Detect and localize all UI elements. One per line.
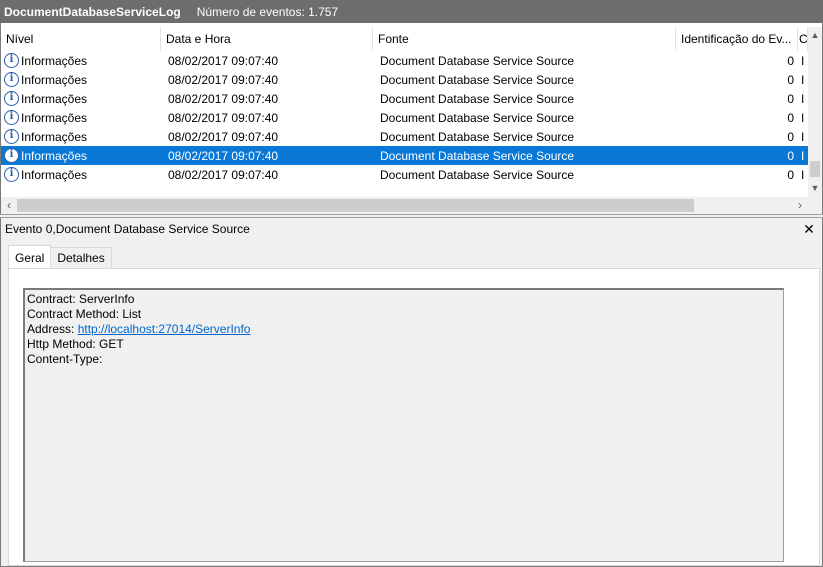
chevron-right-icon[interactable]: › bbox=[792, 197, 808, 214]
source-cell: Document Database Service Source bbox=[380, 167, 575, 182]
date-cell: 08/02/2017 09:07:40 bbox=[168, 72, 279, 87]
level-cell: i Informações bbox=[1, 167, 161, 182]
chevron-left-icon[interactable]: ‹ bbox=[1, 197, 17, 214]
level-cell: i Informações bbox=[1, 148, 161, 163]
event-id-cell: 0 bbox=[787, 148, 794, 163]
table-row[interactable]: i Informações 08/02/2017 09:07:40 Document … bbox=[1, 108, 808, 127]
event-detail-pane: Evento 0,Document Database Service Sourc… bbox=[1, 218, 822, 566]
info-icon: i bbox=[4, 148, 19, 163]
detail-title: Evento 0,Document Database Service Sourc… bbox=[5, 222, 250, 236]
category-cell: I bbox=[801, 129, 805, 144]
info-icon: i bbox=[4, 53, 19, 68]
level-text: Informações bbox=[21, 72, 88, 87]
date-cell: 08/02/2017 09:07:40 bbox=[168, 110, 279, 125]
log-name: DocumentDatabaseServiceLog bbox=[4, 4, 181, 19]
event-id-cell: 0 bbox=[787, 53, 794, 68]
event-id-cell: 0 bbox=[787, 167, 794, 182]
date-cell: 08/02/2017 09:07:40 bbox=[168, 53, 279, 68]
info-icon: i bbox=[4, 72, 19, 87]
category-cell: I bbox=[801, 91, 805, 106]
source-cell: Document Database Service Source bbox=[380, 91, 575, 106]
date-cell: 08/02/2017 09:07:40 bbox=[168, 167, 279, 182]
detail-tabs: Geral Detalhes bbox=[8, 245, 112, 269]
column-header-event-id[interactable]: Identificação do Ev... bbox=[676, 27, 798, 51]
horizontal-scroll-thumb[interactable] bbox=[17, 199, 694, 212]
address-label: Address: bbox=[27, 322, 78, 336]
tab-panel-geral: Contract: ServerInfo Contract Method: Li… bbox=[8, 268, 820, 566]
column-header-category[interactable]: C bbox=[798, 27, 808, 51]
date-cell: 08/02/2017 09:07:40 bbox=[168, 91, 279, 106]
event-list[interactable]: Nível Data e Hora Fonte Identificação do… bbox=[1, 27, 822, 214]
level-text: Informações bbox=[21, 91, 88, 106]
scroll-corner bbox=[808, 197, 822, 214]
table-row-selected[interactable]: i Informações 08/02/2017 09:07:40 Document … bbox=[1, 146, 808, 165]
description-line: Content-Type: bbox=[27, 352, 103, 366]
info-icon: i bbox=[4, 167, 19, 182]
level-cell: i Informações bbox=[1, 72, 161, 87]
info-icon: i bbox=[4, 110, 19, 125]
chevron-down-icon[interactable]: ▼ bbox=[808, 180, 822, 197]
vertical-scroll-thumb[interactable] bbox=[810, 161, 820, 177]
level-cell: i Informações bbox=[1, 129, 161, 144]
table-row[interactable]: i Informações 08/02/2017 09:07:40 Document … bbox=[1, 127, 808, 146]
description-line-address: Address: http://localhost:27014/ServerIn… bbox=[27, 322, 781, 337]
table-row[interactable]: i Informações 08/02/2017 09:07:40 Document … bbox=[1, 51, 808, 70]
source-cell: Document Database Service Source bbox=[380, 129, 575, 144]
horizontal-scrollbar[interactable]: ‹ › bbox=[1, 197, 808, 214]
category-cell: I bbox=[801, 72, 805, 87]
level-text: Informações bbox=[21, 167, 88, 182]
event-id-cell: 0 bbox=[787, 110, 794, 125]
level-text: Informações bbox=[21, 129, 88, 144]
vertical-scrollbar[interactable]: ▲ ▼ bbox=[808, 27, 822, 197]
chevron-up-icon[interactable]: ▲ bbox=[808, 27, 822, 44]
log-titlebar: DocumentDatabaseServiceLog Número de eve… bbox=[0, 0, 823, 23]
category-cell: I bbox=[801, 167, 805, 182]
level-text: Informações bbox=[21, 53, 88, 68]
category-cell: I bbox=[801, 110, 805, 125]
event-id-cell: 0 bbox=[787, 72, 794, 87]
table-row[interactable]: i Informações 08/02/2017 09:07:40 Document … bbox=[1, 70, 808, 89]
source-cell: Document Database Service Source bbox=[380, 53, 575, 68]
info-icon: i bbox=[4, 129, 19, 144]
table-row[interactable]: i Informações 08/02/2017 09:07:40 Document … bbox=[1, 89, 808, 108]
level-cell: i Informações bbox=[1, 91, 161, 106]
level-text: Informações bbox=[21, 110, 88, 125]
column-header-row: Nível Data e Hora Fonte Identificação do… bbox=[1, 27, 808, 51]
address-link[interactable]: http://localhost:27014/ServerInfo bbox=[78, 322, 251, 336]
level-text: Informações bbox=[21, 148, 88, 163]
close-icon[interactable]: ✕ bbox=[802, 218, 816, 241]
description-line: Http Method: GET bbox=[27, 337, 124, 351]
event-id-cell: 0 bbox=[787, 129, 794, 144]
source-cell: Document Database Service Source bbox=[380, 148, 575, 163]
table-row[interactable]: i Informações 08/02/2017 09:07:40 Document … bbox=[1, 165, 808, 184]
tab-geral[interactable]: Geral bbox=[8, 245, 52, 269]
event-id-cell: 0 bbox=[787, 91, 794, 106]
description-line: Contract Method: List bbox=[27, 307, 142, 321]
info-icon: i bbox=[4, 91, 19, 106]
category-cell: I bbox=[801, 53, 805, 68]
detail-header: Evento 0,Document Database Service Sourc… bbox=[1, 218, 822, 241]
level-cell: i Informações bbox=[1, 110, 161, 125]
source-cell: Document Database Service Source bbox=[380, 110, 575, 125]
level-cell: i Informações bbox=[1, 53, 161, 68]
date-cell: 08/02/2017 09:07:40 bbox=[168, 129, 279, 144]
tab-detalhes[interactable]: Detalhes bbox=[50, 247, 112, 269]
column-header-date[interactable]: Data e Hora bbox=[161, 27, 373, 51]
column-header-level[interactable]: Nível bbox=[1, 27, 161, 51]
date-cell: 08/02/2017 09:07:40 bbox=[168, 148, 279, 163]
column-header-source[interactable]: Fonte bbox=[373, 27, 676, 51]
event-rows: i Informações 08/02/2017 09:07:40 Document … bbox=[1, 51, 808, 184]
source-cell: Document Database Service Source bbox=[380, 72, 575, 87]
description-line: Contract: ServerInfo bbox=[27, 292, 135, 306]
event-count: Número de eventos: 1.757 bbox=[196, 4, 339, 19]
category-cell: I bbox=[801, 148, 805, 163]
event-description[interactable]: Contract: ServerInfo Contract Method: Li… bbox=[23, 288, 784, 562]
